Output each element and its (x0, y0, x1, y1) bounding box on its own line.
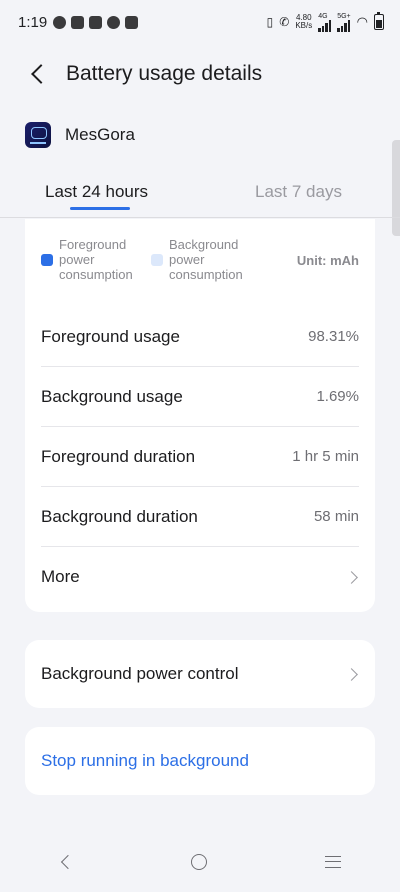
vibrate-icon: ▯ (266, 15, 274, 29)
background-power-control-card[interactable]: Background power control (25, 640, 375, 708)
stat-row-foreground-usage: Foreground usage 98.31% (41, 307, 359, 367)
chevron-right-icon (347, 668, 359, 680)
stop-running-button[interactable]: Stop running in background (41, 731, 359, 791)
legend-background-swatch (151, 254, 163, 266)
google-icon (107, 15, 121, 29)
app-badge-icon (125, 15, 139, 29)
signal-4g: 4G (318, 12, 332, 32)
stop-running-label: Stop running in background (41, 751, 249, 770)
legend-foreground-swatch (41, 254, 53, 266)
gmail-icon (89, 15, 103, 29)
legend-background: Background power consumption (151, 237, 261, 282)
unit-label: Unit: mAh (296, 253, 359, 268)
stat-row-foreground-duration: Foreground duration 1 hr 5 min (41, 427, 359, 487)
stat-value: 1 hr 5 min (292, 448, 359, 465)
nav-back-icon[interactable] (59, 855, 73, 869)
app-icon (25, 122, 51, 148)
legend-background-label: Background power consumption (169, 237, 243, 282)
stat-value: 58 min (313, 508, 359, 525)
signal-5g: 5G+ (337, 12, 351, 32)
stat-value: 1.69% (316, 388, 359, 405)
status-bar: 1:19 ▯ ✆ 4.80 KB/s 4G 5G+ ◠ (0, 0, 400, 44)
status-right: ▯ ✆ 4.80 KB/s 4G 5G+ ◠ (266, 12, 384, 32)
tab-indicator (70, 207, 130, 210)
app-notification-icon (71, 15, 85, 29)
status-time: 1:19 (18, 13, 48, 31)
wifi-icon: ◠ (356, 14, 368, 29)
usage-card: Foreground power consumption Background … (25, 219, 375, 612)
stat-label: Foreground usage (41, 326, 180, 346)
more-row[interactable]: More (41, 547, 359, 607)
app-info: MesGora (25, 122, 135, 148)
whatsapp-icon (53, 15, 67, 29)
network-speed-unit: KB/s (295, 21, 313, 30)
back-arrow-icon[interactable] (28, 63, 50, 85)
stat-label: Foreground duration (41, 446, 196, 466)
tab-last-24-hours[interactable]: Last 24 hours (45, 182, 148, 202)
nav-home-icon[interactable] (191, 854, 207, 870)
chart-legend: Foreground power consumption Background … (41, 237, 359, 287)
system-nav-bar (0, 832, 400, 892)
signal-4g-label: 4G (318, 12, 328, 20)
notification-icons (53, 15, 139, 29)
stat-row-background-usage: Background usage 1.69% (41, 367, 359, 427)
time-range-tabs: Last 24 hours Last 7 days (0, 172, 400, 218)
battery-icon (374, 12, 384, 30)
nav-recents-icon[interactable] (325, 856, 341, 868)
page-header: Battery usage details (0, 52, 400, 96)
stat-label: Background usage (41, 386, 183, 406)
stop-running-card[interactable]: Stop running in background (25, 727, 375, 795)
tab-last-7-days[interactable]: Last 7 days (255, 182, 342, 202)
stat-value: 98.31% (308, 328, 359, 345)
background-power-control-row[interactable]: Background power control (41, 644, 359, 704)
more-label: More (41, 567, 80, 586)
background-power-control-label: Background power control (41, 664, 239, 683)
app-name: MesGora (65, 125, 135, 144)
signal-bars-icon (318, 19, 332, 32)
stat-row-background-duration: Background duration 58 min (41, 487, 359, 547)
signal-5g-label: 5G+ (337, 12, 351, 20)
wifi-calling-icon: ✆ (279, 15, 290, 29)
legend-foreground: Foreground power consumption (41, 237, 151, 282)
network-speed: 4.80 KB/s (295, 14, 312, 30)
stat-label: Background duration (41, 506, 198, 526)
chevron-right-icon (347, 571, 359, 583)
legend-foreground-label: Foreground power consumption (59, 237, 133, 282)
signal-bars-icon (337, 19, 351, 32)
page-title: Battery usage details (66, 62, 263, 85)
